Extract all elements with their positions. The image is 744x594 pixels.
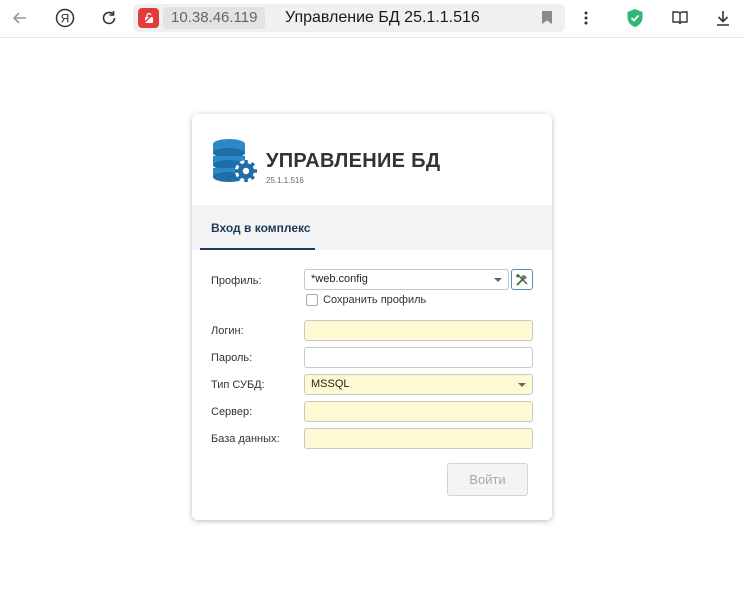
login-input[interactable] (304, 320, 533, 341)
bookmark-icon (542, 11, 552, 24)
back-button[interactable] (7, 5, 33, 31)
address-bar[interactable]: 10.38.46.119 Управление БД 25.1.1.516 (133, 4, 565, 32)
server-input[interactable] (304, 401, 533, 422)
reload-icon (102, 11, 116, 25)
app-title: УПРАВЛЕНИЕ БД (266, 150, 441, 172)
save-profile-checkbox[interactable] (306, 294, 318, 306)
login-card: УПРАВЛЕНИЕ БД 25.1.1.516 Вход в комплекс… (192, 114, 552, 520)
profile-select[interactable]: *web.config (304, 269, 509, 290)
server-label: Сервер: (211, 406, 253, 418)
page-title: Управление БД 25.1.1.516 (285, 9, 480, 26)
tools-icon (516, 273, 528, 286)
chevron-down-icon (518, 383, 526, 387)
yandex-logo-icon: Я (55, 8, 75, 28)
tab-bar: Вход в комплекс (192, 205, 552, 250)
book-icon (672, 11, 688, 25)
menu-button[interactable] (573, 5, 599, 31)
reader-button[interactable] (667, 5, 693, 31)
arrow-left-icon (12, 12, 26, 24)
password-input[interactable] (304, 347, 533, 368)
dbms-type-value: MSSQL (311, 378, 350, 390)
database-input[interactable] (304, 428, 533, 449)
download-icon (717, 11, 729, 26)
login-button[interactable]: Войти (447, 463, 528, 496)
profile-settings-button[interactable] (511, 269, 533, 290)
database-label: База данных: (211, 433, 280, 445)
database-gear-icon (212, 138, 258, 189)
unlocked-icon (142, 12, 155, 24)
downloads-button[interactable] (710, 5, 736, 31)
dbms-type-label: Тип СУБД: (211, 379, 265, 391)
protect-button[interactable] (622, 5, 648, 31)
chevron-down-icon (494, 278, 502, 282)
active-tab-indicator (200, 248, 315, 250)
password-label: Пароль: (211, 352, 253, 364)
more-vertical-icon (584, 11, 588, 25)
profile-label: Профиль: (211, 275, 262, 287)
login-label: Логин: (211, 325, 244, 337)
yandex-button[interactable]: Я (52, 5, 78, 31)
profile-value: *web.config (311, 273, 368, 285)
reload-button[interactable] (96, 5, 122, 31)
insecure-connection-badge[interactable] (138, 8, 159, 28)
browser-toolbar: Я 10.38.46.119 Управление БД 25.1.1.516 (0, 0, 744, 38)
save-profile-label[interactable]: Сохранить профиль (323, 294, 426, 306)
address-host[interactable]: 10.38.46.119 (163, 7, 266, 29)
bookmark-button[interactable] (541, 10, 553, 30)
app-version: 25.1.1.516 (266, 176, 304, 185)
dbms-type-select[interactable]: MSSQL (304, 374, 533, 395)
shield-icon (627, 9, 643, 27)
tab-login[interactable]: Вход в комплекс (203, 205, 319, 250)
svg-text:Я: Я (61, 12, 70, 26)
